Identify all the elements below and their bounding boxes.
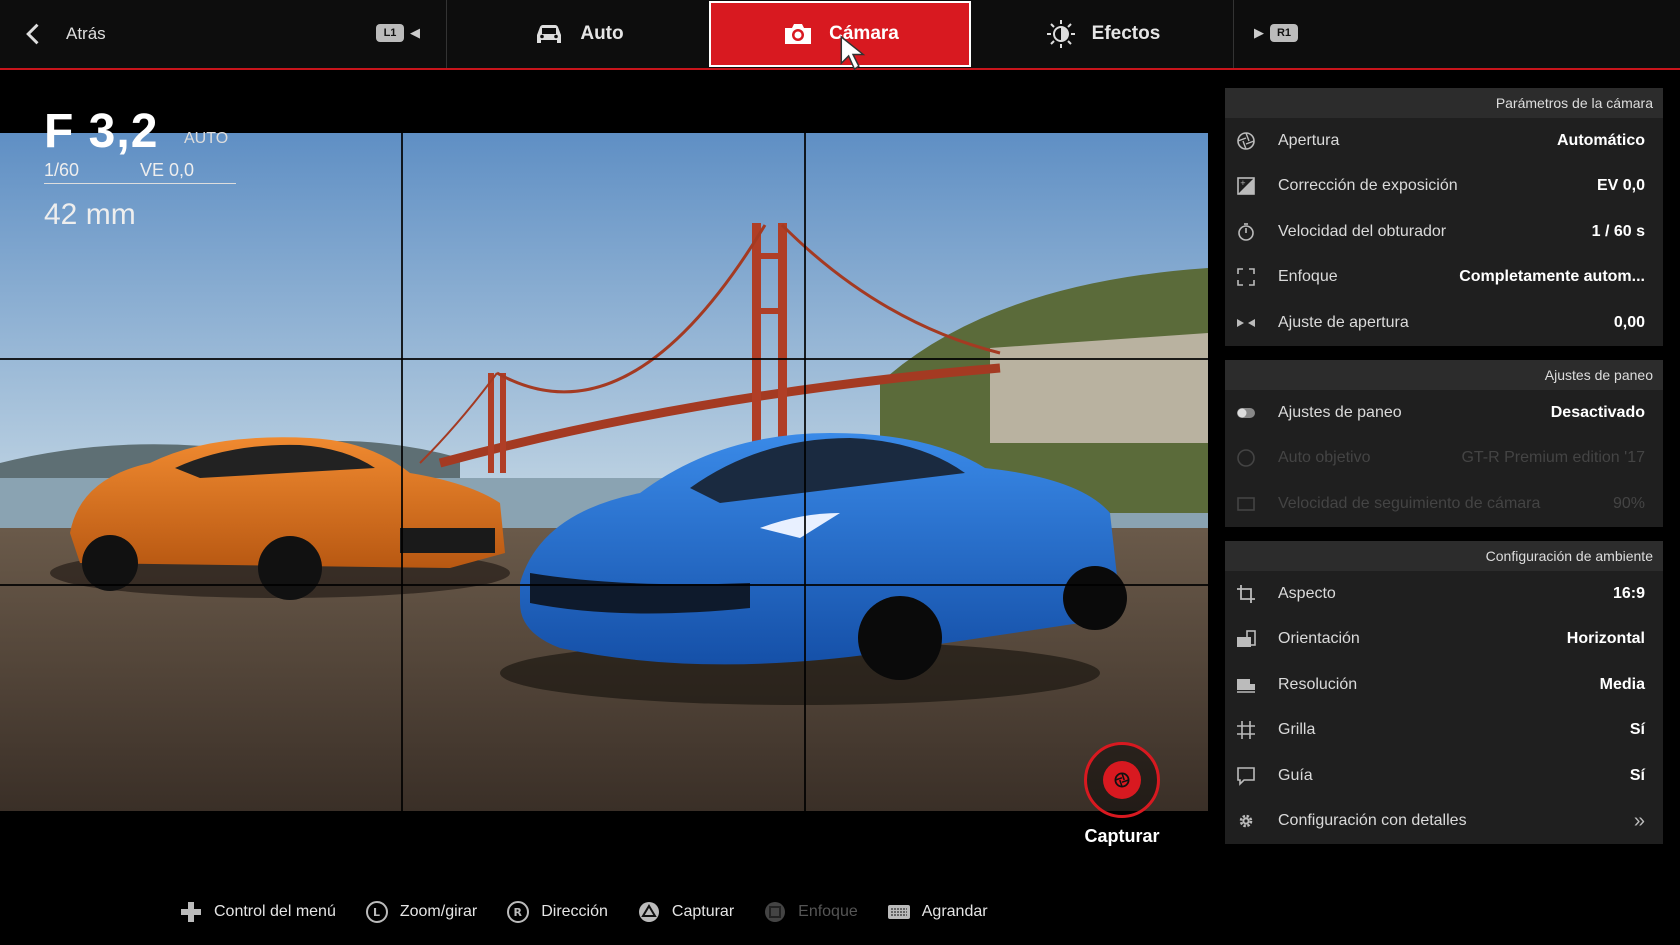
shutter-value: 1/60 [44, 160, 80, 180]
left-stick-icon: L [365, 901, 388, 923]
aperture-icon [1235, 130, 1257, 152]
camera-icon [785, 24, 812, 44]
triangle-button-icon [638, 902, 659, 922]
gear-icon [1235, 810, 1257, 832]
environment-panel: Configuración de ambiente Aspecto 16:9 O… [1225, 541, 1663, 844]
tab-auto[interactable]: Auto [447, 0, 709, 68]
panel-title: Parámetros de la cámara [1225, 88, 1663, 118]
grid-line [0, 584, 1208, 586]
resolution-icon [1235, 674, 1257, 696]
svg-text:+: + [1240, 179, 1246, 187]
setting-orientation[interactable]: Orientación Horizontal [1225, 617, 1663, 663]
ev-value: VE 0,0 [140, 160, 195, 180]
photo-scene [0, 133, 1208, 811]
tab-label: Efectos [1091, 23, 1161, 44]
exposure-icon: + [1235, 175, 1257, 197]
setting-auto-target: Auto objetivo GT-R Premium edition '17 [1225, 436, 1663, 482]
controller-hints: Control del menú L Zoom/girar R Direcció… [178, 900, 988, 924]
hint-focus: Enfoque [762, 900, 858, 924]
triangle-left-icon: ◀ [410, 25, 420, 40]
hint-direction: R Dirección [505, 900, 608, 924]
double-chevron-right-icon: » [1633, 809, 1645, 832]
setting-grid[interactable]: Grilla Sí [1225, 708, 1663, 754]
panel-title: Ajustes de paneo [1225, 360, 1663, 390]
car-icon [537, 25, 562, 43]
svg-text:L: L [373, 906, 380, 919]
exposure-readout: 1/60 VE 0,0 [44, 160, 236, 184]
svg-text:R: R [514, 906, 523, 919]
target-icon [1235, 447, 1257, 469]
setting-aspect[interactable]: Aspecto 16:9 [1225, 571, 1663, 617]
setting-focus[interactable]: Enfoque Completamente autom... [1225, 255, 1663, 301]
l1-button-icon: L1 [376, 24, 404, 42]
aperture-mode: AUTO [184, 130, 229, 147]
shutter-icon [1103, 761, 1141, 799]
grid-line [401, 133, 403, 811]
touchpad-icon [887, 905, 910, 919]
focus-icon [1235, 266, 1257, 288]
speed-icon [1235, 493, 1257, 515]
back-button[interactable]: Atrás [20, 0, 106, 68]
crop-icon [1235, 583, 1257, 605]
tab-effects[interactable]: Efectos [972, 0, 1232, 68]
right-stick-icon: R [507, 901, 530, 923]
next-tab-hint[interactable]: ▶ R1 [1254, 24, 1298, 42]
hint-menu-control: Control del menú [178, 900, 336, 924]
prev-tab-hint[interactable]: L1 ◀ [376, 24, 420, 42]
dpad-icon [181, 902, 201, 922]
tab-label: Auto [580, 23, 624, 44]
panel-title: Configuración de ambiente [1225, 541, 1663, 571]
aperture-adjust-icon [1235, 312, 1257, 334]
stopwatch-icon [1235, 221, 1257, 243]
setting-aperture-adjust[interactable]: Ajuste de apertura 0,00 [1225, 300, 1663, 346]
setting-tracking-speed: Velocidad de seguimiento de cámara 90% [1225, 481, 1663, 527]
toggle-icon [1235, 402, 1257, 424]
orientation-icon [1235, 628, 1257, 650]
setting-exposure[interactable]: + Corrección de exposición EV 0,0 [1225, 164, 1663, 210]
grid-icon [1235, 719, 1257, 741]
setting-panning[interactable]: Ajustes de paneo Desactivado [1225, 390, 1663, 436]
capture-button[interactable] [1084, 742, 1160, 818]
aperture-value: F 3,2 [44, 105, 159, 158]
grid-line [804, 133, 806, 811]
hint-zoom-rotate: L Zoom/girar [364, 900, 477, 924]
square-button-icon [765, 902, 786, 922]
top-bar: Atrás L1 ◀ Auto Cámara Efectos ▶ R1 [0, 0, 1680, 71]
setting-aperture[interactable]: Apertura Automático [1225, 118, 1663, 164]
focal-length: 42 mm [44, 198, 136, 231]
triangle-right-icon: ▶ [1254, 25, 1264, 40]
camera-params-panel: Parámetros de la cámara Apertura Automát… [1225, 88, 1663, 346]
grid-line [0, 358, 1208, 360]
guide-icon [1235, 765, 1257, 787]
capture-label: Capturar [1084, 826, 1160, 846]
setting-shutter-speed[interactable]: Velocidad del obturador 1 / 60 s [1225, 209, 1663, 255]
aperture-readout: F 3,2 AUTO [44, 104, 228, 159]
back-label: Atrás [66, 24, 106, 43]
mouse-cursor-icon [840, 35, 866, 71]
setting-detailed-config[interactable]: Configuración con detalles » [1225, 799, 1663, 845]
panning-panel: Ajustes de paneo Ajustes de paneo Desact… [1225, 360, 1663, 527]
camera-viewfinder[interactable] [0, 133, 1208, 811]
r1-button-icon: R1 [1270, 24, 1298, 42]
brightness-icon [1046, 20, 1075, 48]
setting-resolution[interactable]: Resolución Media [1225, 662, 1663, 708]
hint-capture: Capturar [636, 900, 734, 924]
setting-guide[interactable]: Guía Sí [1225, 753, 1663, 799]
hint-enlarge: Agrandar [886, 900, 988, 924]
tab-divider [1233, 0, 1234, 68]
chevron-left-icon [26, 23, 39, 45]
